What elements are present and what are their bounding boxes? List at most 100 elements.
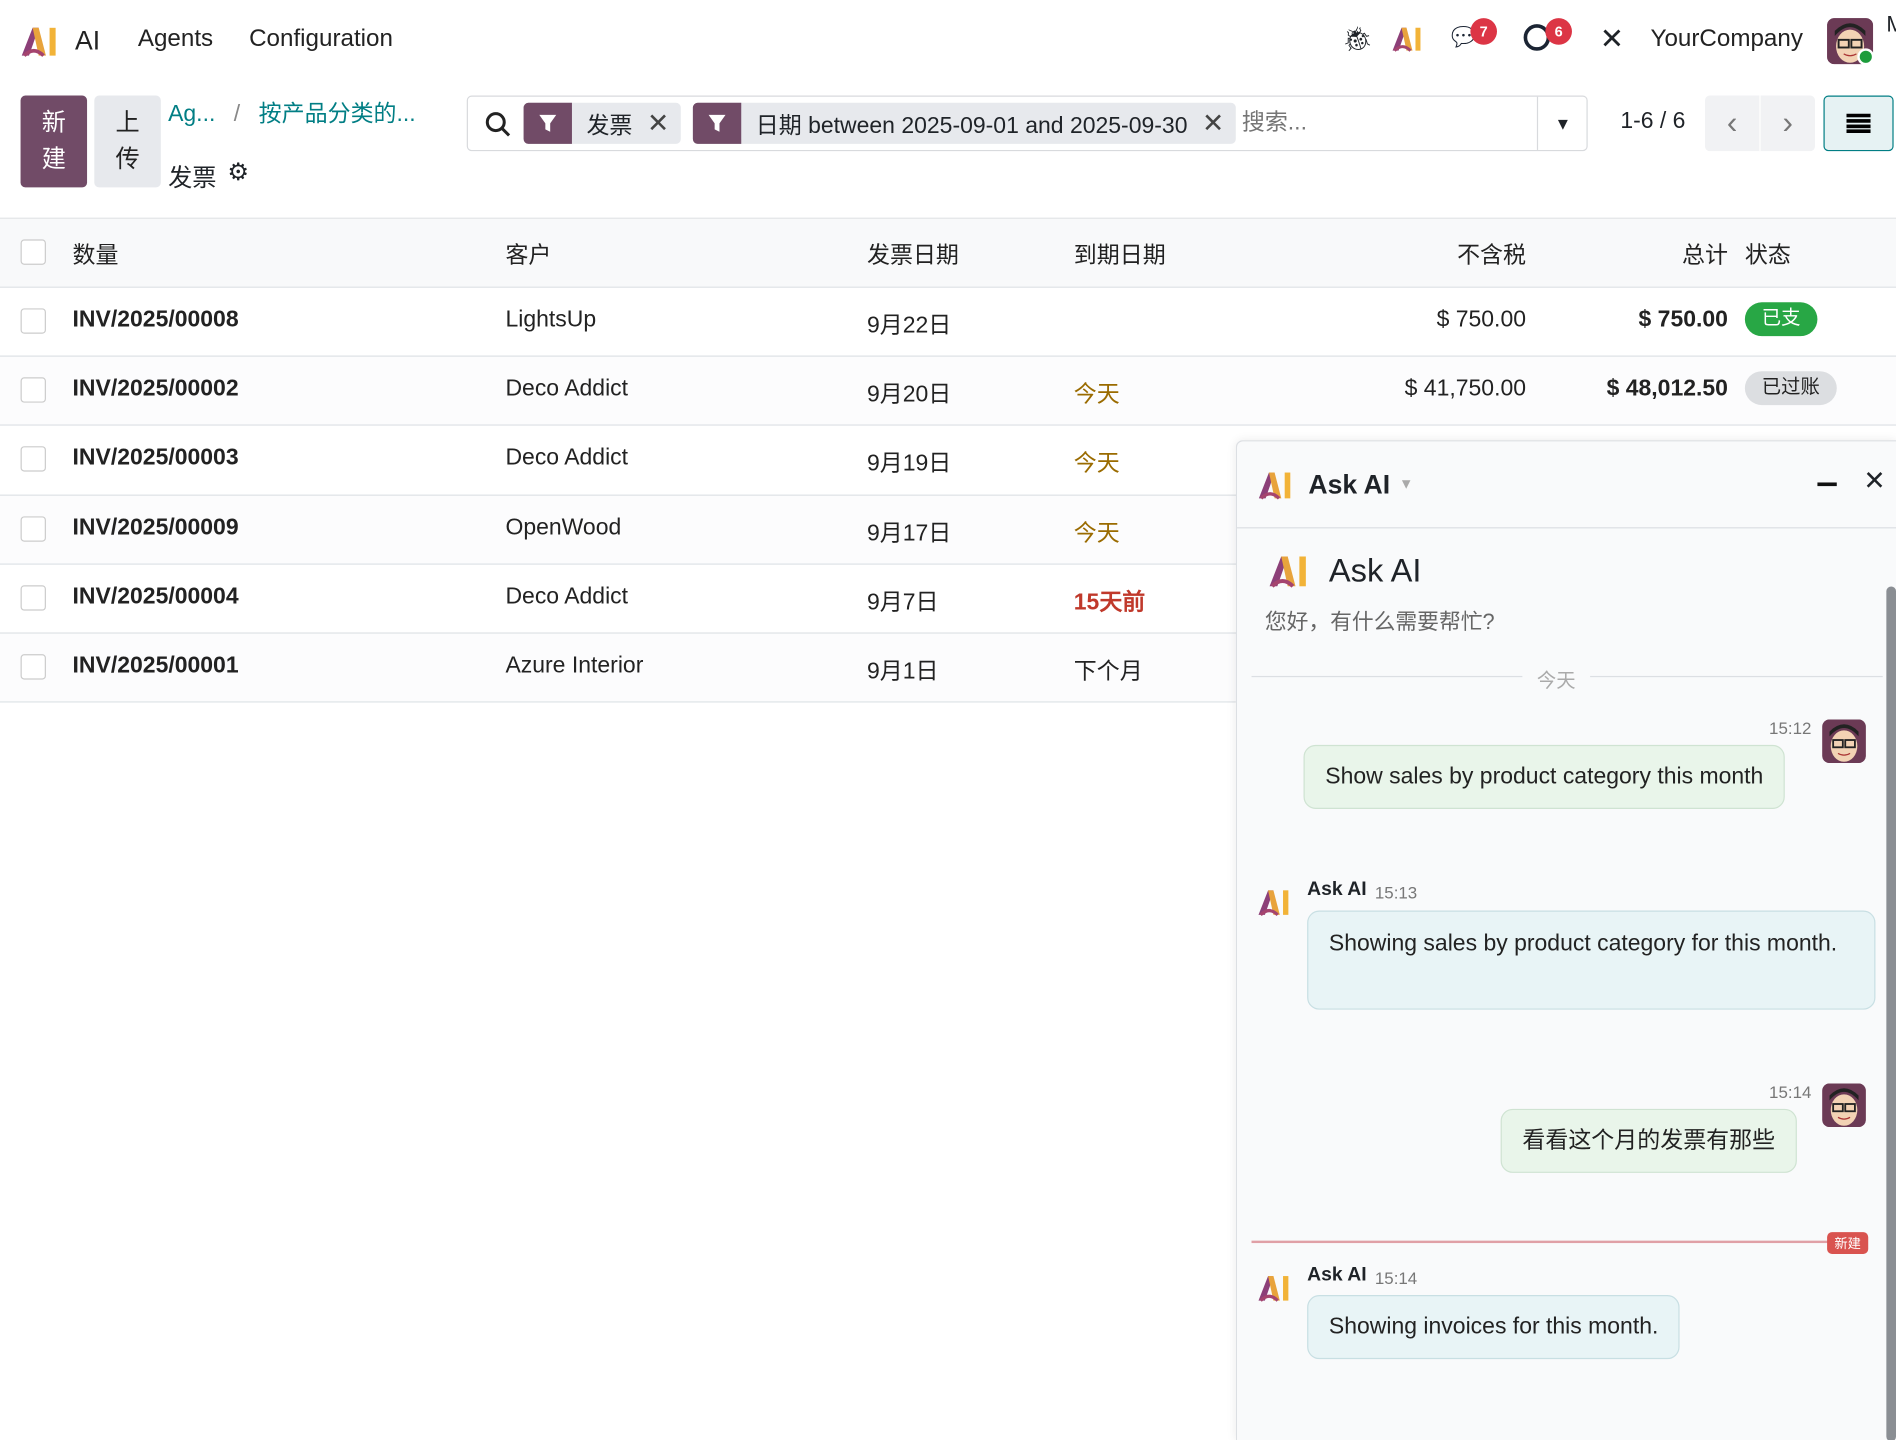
search-options-toggle[interactable]: ▼	[1536, 96, 1588, 150]
tools-icon[interactable]: ✕	[1600, 22, 1624, 57]
invoice-number: INV/2025/00008	[72, 307, 239, 333]
invoice-number: INV/2025/00001	[72, 652, 239, 679]
row-checkbox[interactable]	[20, 308, 46, 334]
close-icon[interactable]: ✕	[1863, 466, 1885, 497]
breadcrumb-agents[interactable]: Ag...	[168, 102, 215, 127]
user-avatar	[1822, 719, 1866, 764]
chevron-right-icon: ›	[1782, 103, 1794, 141]
ai-logo-icon	[1266, 553, 1312, 589]
list-icon	[1846, 113, 1871, 134]
ai-app-logo-icon[interactable]	[19, 24, 60, 58]
message-time: 15:12	[1769, 718, 1812, 738]
date-separator: 今天	[1522, 663, 1591, 693]
table-bottom-border	[0, 701, 1236, 703]
column-invoice-date[interactable]: 发票日期	[867, 237, 959, 270]
message-author: Ask AI	[1307, 879, 1367, 900]
ai-systray-icon[interactable]	[1391, 24, 1425, 53]
filter-facet-date: 日期 between 2025-09-01 and 2025-09-30 ✕	[692, 102, 1237, 144]
pager-previous-button[interactable]: ‹	[1704, 95, 1760, 152]
table-row[interactable]: INV/2025/00002 Deco Addict 9月20日 今天 $ 41,…	[0, 355, 1896, 425]
column-total[interactable]: 总计	[1572, 237, 1728, 270]
customer: LightsUp	[505, 307, 597, 333]
due-date: 今天	[1073, 451, 1120, 477]
customer: OpenWood	[505, 514, 622, 541]
select-all-checkbox[interactable]	[20, 239, 46, 265]
due-date: 今天	[1073, 520, 1120, 547]
invoice-date: 9月7日	[866, 589, 939, 616]
search-bar: 发票 ✕ 日期 between 2025-09-01 and 2025-09-3…	[466, 95, 1588, 152]
column-due-date[interactable]: 到期日期	[1074, 237, 1166, 270]
filter-facet-invoices: 发票 ✕	[523, 102, 682, 144]
new-label-2: 建	[41, 146, 66, 173]
pager-value[interactable]: 1-6 / 6	[1620, 109, 1685, 136]
ai-logo-icon	[1256, 1272, 1292, 1303]
app-name[interactable]: AI	[75, 25, 100, 56]
due-date: 今天	[1073, 382, 1120, 408]
due-date: 下个月	[1073, 659, 1143, 685]
table-row[interactable]: INV/2025/00008 LightsUp 9月22日 $ 750.00 $…	[0, 286, 1896, 356]
pager-next-button[interactable]: ›	[1760, 95, 1816, 152]
user-message: Show sales by product category this mont…	[1303, 744, 1786, 809]
invoice-date: 9月22日	[866, 313, 952, 339]
status-badge: 已过账	[1744, 371, 1837, 406]
chat-title[interactable]: Ask AI	[1308, 469, 1390, 500]
ai-message: Showing sales by product category for th…	[1307, 910, 1876, 1010]
gear-icon[interactable]: ⚙	[227, 157, 249, 187]
amount-total: $ 750.00	[1638, 307, 1728, 333]
ai-logo-icon	[1256, 886, 1292, 917]
row-checkbox[interactable]	[20, 654, 46, 680]
new-label-1: 新	[41, 110, 66, 137]
amount-untaxed: $ 750.00	[1436, 307, 1527, 333]
upload-label-2: 传	[115, 146, 140, 173]
user-avatar	[1822, 1083, 1866, 1127]
search-icon[interactable]	[485, 111, 512, 138]
column-customer[interactable]: 客户	[505, 237, 551, 270]
invoice-number: INV/2025/00002	[72, 376, 239, 402]
page-title: 发票	[168, 165, 217, 193]
facet-label: 发票	[586, 113, 633, 139]
remove-facet-icon[interactable]: ✕	[1202, 108, 1236, 139]
filter-icon	[692, 102, 742, 144]
breadcrumb-sales-by-category[interactable]: 按产品分类的...	[259, 102, 416, 127]
menu-agents[interactable]: Agents	[138, 25, 213, 53]
message-author: Ask AI	[1307, 1264, 1367, 1286]
invoice-number: INV/2025/00004	[72, 583, 239, 610]
customer: Deco Addict	[505, 445, 629, 471]
amount-total: $ 48,012.50	[1606, 376, 1728, 402]
bug-icon[interactable]: 🐞︎	[1342, 24, 1373, 54]
remove-facet-icon[interactable]: ✕	[647, 108, 681, 139]
due-date: 15天前	[1073, 589, 1146, 616]
row-checkbox[interactable]	[20, 377, 46, 403]
column-status[interactable]: 状态	[1745, 237, 1791, 270]
row-checkbox[interactable]	[20, 446, 46, 473]
company-switcher[interactable]: YourCompany	[1651, 25, 1803, 53]
customer: Azure Interior	[505, 652, 644, 679]
messages-badge: 7	[1470, 18, 1497, 45]
column-untaxed[interactable]: 不含税	[1378, 237, 1526, 270]
menu-configuration[interactable]: Configuration	[249, 25, 393, 53]
breadcrumb-separator: /	[233, 101, 241, 127]
amount-untaxed: $ 41,750.00	[1404, 376, 1527, 402]
upload-button[interactable]: 上传	[94, 95, 161, 188]
list-view-button[interactable]	[1823, 95, 1894, 152]
ask-ai-chat-window: Ask AI ▼ ✕ Ask AI 您好，有什么需要帮忙? 今天 15:12 S…	[1235, 440, 1896, 1440]
chevron-left-icon: ‹	[1726, 103, 1738, 141]
invoice-date: 9月17日	[866, 520, 952, 547]
user-initial: M	[1886, 12, 1896, 37]
search-input[interactable]	[1241, 103, 1533, 143]
chat-scrollbar[interactable]	[1886, 586, 1896, 1440]
minimize-icon[interactable]	[1817, 482, 1837, 487]
facet-label: 日期 between 2025-09-01 and 2025-09-30	[755, 113, 1188, 139]
ai-message: Showing invoices for this month.	[1307, 1295, 1681, 1360]
ai-logo-icon	[1256, 469, 1295, 500]
caret-down-icon[interactable]: ▼	[1399, 475, 1413, 492]
chat-header: Ask AI ▼ ✕	[1237, 441, 1896, 529]
new-button[interactable]: 新建	[20, 95, 88, 188]
status-badge: 已支	[1744, 302, 1818, 337]
row-checkbox[interactable]	[20, 515, 46, 542]
breadcrumb: Ag... / 按产品分类的...	[168, 96, 416, 129]
column-number[interactable]: 数量	[73, 237, 119, 270]
row-checkbox[interactable]	[20, 585, 46, 611]
new-messages-badge: 新建	[1827, 1232, 1869, 1254]
chat-intro-title: Ask AI	[1328, 552, 1422, 589]
